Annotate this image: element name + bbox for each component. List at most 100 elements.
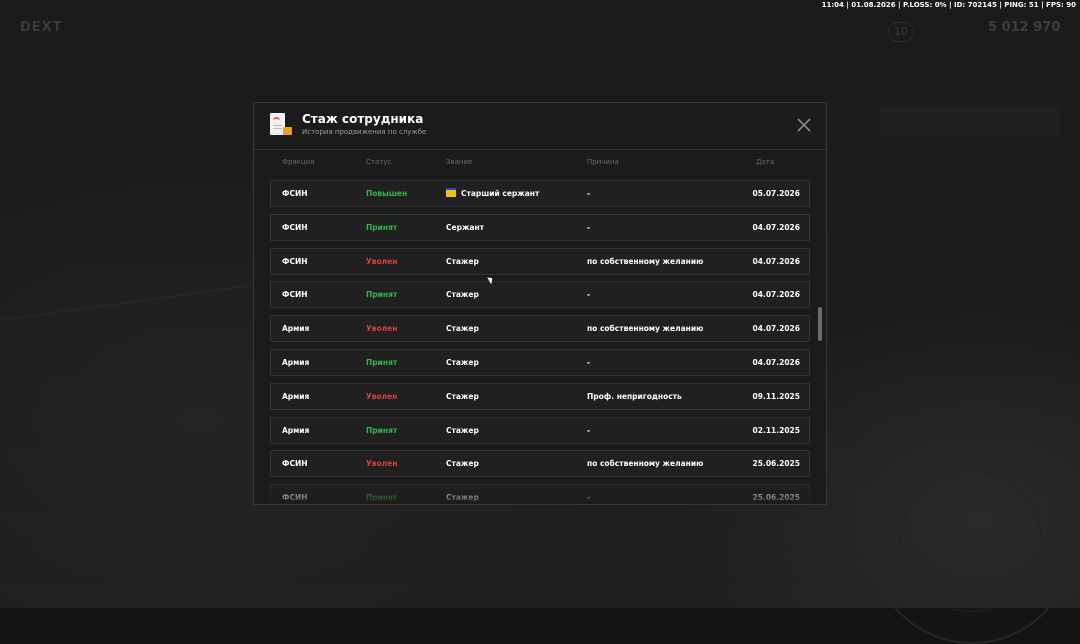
money-display: 5 012 970 bbox=[988, 20, 1061, 35]
cell-fraction: ФСИН bbox=[282, 485, 308, 502]
cell-fraction-text: ФСИН bbox=[282, 290, 308, 300]
scrollbar-thumb[interactable] bbox=[818, 307, 822, 341]
table-row[interactable]: ФСИН Принят Стажер - 04.07.2026 bbox=[270, 281, 810, 309]
cell-date: 05.07.2026 bbox=[753, 181, 800, 206]
cell-status-text: Уволен bbox=[366, 391, 398, 401]
cell-rank-text: Стажер bbox=[446, 493, 479, 502]
table-row[interactable]: ФСИН Уволен Стажер по собственному желанию 2… bbox=[270, 450, 810, 478]
cell-reason: по собственному желанию bbox=[587, 451, 703, 476]
cell-status: Уволен bbox=[366, 384, 397, 409]
cell-status-text: Повышен bbox=[366, 189, 408, 198]
cell-fraction: ФСИН bbox=[282, 282, 308, 307]
table-row[interactable]: Армия Уволен Стажер по собственному желанию… bbox=[270, 315, 810, 343]
cell-reason-text: по собственному желанию bbox=[587, 324, 704, 334]
cell-status: Принят bbox=[366, 418, 397, 443]
cell-rank: Стажер bbox=[446, 316, 479, 341]
cell-status-text: Принят bbox=[366, 290, 398, 300]
cell-status: Принят bbox=[366, 485, 397, 502]
server-logo: DEXT bbox=[20, 20, 63, 35]
cell-date: 04.07.2026 bbox=[753, 215, 800, 240]
cell-status: Принят bbox=[366, 215, 397, 240]
cell-date: 04.07.2026 bbox=[753, 249, 800, 274]
hud-status-line: 11:04 | 01.08.2026 | P.LOSS: 0% | ID: 70… bbox=[821, 1, 1076, 9]
cell-fraction: Армия bbox=[282, 384, 309, 409]
cell-date-text: 25.06.2025 bbox=[752, 493, 800, 502]
column-header-status: Статус bbox=[366, 158, 392, 166]
cell-rank: Стажер bbox=[446, 451, 479, 476]
level-badge: 10 bbox=[888, 22, 914, 42]
cell-status: Уволен bbox=[366, 451, 397, 476]
cell-rank: Сержант bbox=[446, 215, 484, 240]
cell-rank: Стажер bbox=[446, 384, 479, 409]
table-row[interactable]: Армия Уволен Стажер Проф. непригодность 09.1… bbox=[270, 382, 810, 410]
cell-rank-text: Стажер bbox=[446, 358, 479, 367]
cell-date-text: 02.11.2025 bbox=[752, 425, 800, 435]
cell-date-text: 09.11.2025 bbox=[752, 391, 800, 401]
cell-rank-text: Стажер bbox=[446, 425, 479, 435]
cell-rank: Стажер bbox=[446, 418, 479, 443]
cell-reason: - bbox=[587, 282, 590, 307]
modal-subtitle: История продвижения по службе bbox=[302, 128, 427, 136]
cell-date-text: 04.07.2026 bbox=[752, 290, 800, 300]
close-icon[interactable] bbox=[796, 117, 812, 133]
modal-title: Стаж сотрудника bbox=[302, 112, 424, 126]
cell-status: Уволен bbox=[366, 316, 397, 341]
cell-status: Принят bbox=[366, 350, 397, 375]
cell-status-text: Уволен bbox=[366, 324, 398, 334]
cell-rank-text: Стажер bbox=[446, 459, 479, 469]
cell-reason: - bbox=[587, 418, 590, 443]
cell-date-text: 04.07.2026 bbox=[752, 222, 800, 232]
table-row[interactable]: Армия Принят Стажер - 02.11.2025 bbox=[270, 416, 810, 444]
cell-date: 25.06.2025 bbox=[753, 485, 800, 502]
cell-rank: Стажер bbox=[446, 350, 479, 375]
cell-rank-text: Стажер bbox=[446, 290, 479, 300]
cell-status-text: Принят bbox=[366, 222, 398, 232]
cell-reason-text: Проф. непригодность bbox=[587, 391, 682, 401]
cell-fraction-text: ФСИН bbox=[282, 222, 308, 232]
cell-reason-text: - bbox=[587, 222, 591, 232]
cell-date: 04.07.2026 bbox=[753, 350, 800, 375]
history-list[interactable]: ФСИН Повышен Старший сержант -05.07.2026 ФСИ… bbox=[270, 180, 810, 502]
cell-date-text: 04.07.2026 bbox=[752, 256, 800, 266]
table-row[interactable]: Армия Принят Стажер - 04.07.2026 bbox=[270, 349, 810, 376]
cell-date: 02.11.2025 bbox=[753, 418, 800, 443]
cell-fraction-text: Армия bbox=[282, 391, 310, 401]
cell-status-text: Принят bbox=[366, 425, 398, 435]
cell-rank: Старший сержант bbox=[446, 181, 539, 206]
cell-fraction-text: ФСИН bbox=[282, 459, 308, 469]
cell-date-text: 05.07.2026 bbox=[752, 189, 800, 198]
cell-rank-text: Стажер bbox=[446, 256, 479, 266]
cell-reason: по собственному желанию bbox=[587, 316, 703, 341]
rank-insignia-icon bbox=[446, 188, 456, 197]
cell-rank: Стажер bbox=[446, 249, 479, 274]
cell-fraction: Армия bbox=[282, 350, 309, 375]
column-header-reason: Причина bbox=[587, 158, 619, 166]
cell-reason: Проф. непригодность bbox=[587, 384, 682, 409]
table-row[interactable]: ФСИН Уволен Стажер по собственному желанию 0… bbox=[270, 247, 810, 275]
cell-reason-text: по собственному желанию bbox=[587, 459, 704, 469]
cell-reason-text: - bbox=[587, 290, 591, 300]
cell-date: 09.11.2025 bbox=[753, 384, 800, 409]
table-row[interactable]: ФСИН Принят Сержант - 04.07.2026 bbox=[270, 213, 810, 241]
table-row[interactable]: ФСИН Принят Стажер - 25.06.2025 bbox=[270, 484, 810, 502]
cell-date-text: 25.06.2025 bbox=[752, 459, 800, 469]
cell-status-text: Уволен bbox=[366, 459, 398, 469]
cell-reason: - bbox=[587, 350, 590, 375]
cell-date: 04.07.2026 bbox=[753, 316, 800, 341]
table-row[interactable]: ФСИН Повышен Старший сержант - 05.07.2026 bbox=[270, 180, 810, 207]
column-header-rank: Звание bbox=[446, 158, 473, 166]
cell-fraction-text: Армия bbox=[282, 425, 310, 435]
cell-date: 04.07.2026 bbox=[753, 282, 800, 307]
cell-date-text: 04.07.2026 bbox=[752, 358, 800, 367]
cell-reason-text: - bbox=[587, 189, 591, 198]
cell-fraction-text: Армия bbox=[282, 324, 310, 334]
cell-fraction: ФСИН bbox=[282, 249, 308, 274]
cell-fraction: ФСИН bbox=[282, 181, 308, 206]
speedometer-inner bbox=[900, 470, 1042, 612]
cell-rank: Стажер bbox=[446, 485, 479, 502]
cell-rank: Стажер bbox=[446, 282, 479, 307]
cell-reason: по собственному желанию bbox=[587, 249, 703, 274]
cell-reason-text: - bbox=[587, 425, 591, 435]
cell-reason-text: - bbox=[587, 358, 591, 367]
cell-reason-text: по собственному желанию bbox=[587, 256, 704, 266]
